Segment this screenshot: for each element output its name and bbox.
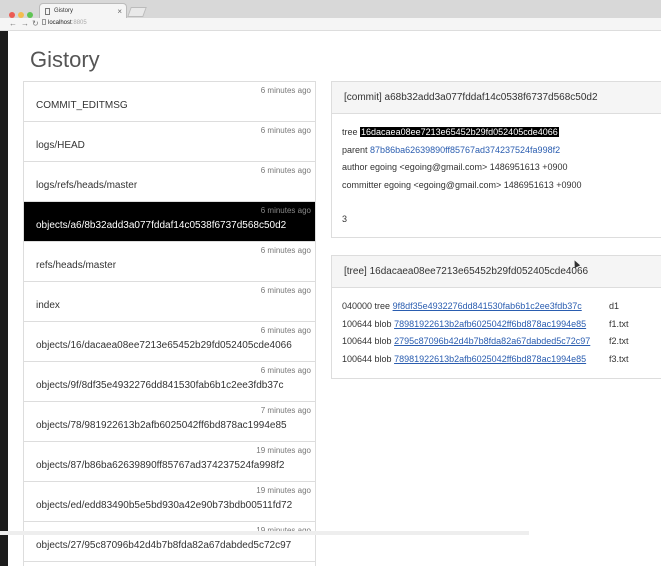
tree-entry-hash-link[interactable]: 78981922613b2afb6025042ff6bd878ac1994e85 <box>394 319 586 329</box>
file-list-item[interactable]: 6 minutes ago logs/refs/heads/master <box>24 162 315 202</box>
file-time: 6 minutes ago <box>260 126 311 135</box>
tree-entry: 100644 blob 2795c87096b42d4b7b8fda82a67d… <box>342 333 661 351</box>
file-time: 6 minutes ago <box>260 326 311 335</box>
file-list-item[interactable]: 19 minutes ago objects/ed/edd83490b5e5bd9… <box>24 482 315 522</box>
page-title: Gistory <box>30 47 100 72</box>
page-icon <box>45 8 50 15</box>
commit-author-line: author egoing <egoing@gmail.com> 1486951… <box>342 162 568 172</box>
file-list-item[interactable]: 6 minutes ago objects/a6/8b32add3a077fdda… <box>24 202 315 242</box>
file-list: 6 minutes ago COMMIT_EDITMSG 6 minutes ago… <box>23 81 316 566</box>
tree-heading: [tree] 16dacaea08ee7213e65452b29fd052405… <box>332 256 661 288</box>
tree-heading-text: [tree] 16dacaea08ee7213e65452b29fd052405… <box>344 266 589 277</box>
forward-icon[interactable]: → <box>21 18 29 29</box>
tab-close-icon[interactable]: × <box>117 4 122 19</box>
file-time: 19 minutes ago <box>256 486 311 495</box>
file-time: 6 minutes ago <box>260 246 311 255</box>
page-content: Gistory 6 minutes ago COMMIT_EDITMSG 6 min… <box>8 31 661 566</box>
tree-entry: 100644 blob 78981922613b2afb6025042ff6bd… <box>342 316 661 334</box>
file-name: refs/heads/master <box>36 260 117 271</box>
file-list-item[interactable]: 6 minutes ago objects/16/dacaea08ee7213e6… <box>24 322 315 362</box>
tree-hash-highlighted[interactable]: 16dacaea08ee7213e65452b29fd052405cde4066 <box>360 127 559 137</box>
file-list-item[interactable]: 6 minutes ago objects/9f/8df35e4932276dd8… <box>24 362 315 402</box>
file-name: COMMIT_EDITMSG <box>36 100 128 111</box>
tree-entry: 040000 tree 9f8df35e4932276dd841530fab6b… <box>342 298 661 316</box>
commit-parent-line: parent 87b86ba62639890ff85767ad374237524… <box>342 142 661 160</box>
file-name: objects/ed/edd83490b5e5bd930a42e90b73bdb… <box>36 500 293 511</box>
tree-entry-filename: f3.txt <box>609 353 629 364</box>
tree-entry-hash-link[interactable]: 78981922613b2afb6025042ff6bd878ac1994e85 <box>394 354 586 364</box>
address-bar[interactable]: localhost:8805 <box>42 18 87 29</box>
commit-body: tree 16dacaea08ee7213e65452b29fd052405cd… <box>332 114 661 229</box>
commit-message-gap <box>342 194 661 211</box>
parent-label: parent <box>342 144 368 155</box>
tree-entry-mode: 100644 blob <box>342 336 392 346</box>
file-time: 6 minutes ago <box>260 166 311 175</box>
browser-tab[interactable]: Gistory × <box>39 3 127 18</box>
file-list-item[interactable]: 6 minutes ago index <box>24 282 315 322</box>
tree-entry-mode: 040000 tree <box>342 301 391 311</box>
tree-entry-mode: 100644 blob <box>342 353 392 364</box>
file-name: objects/78/981922613b2afb6025042ff6bd878… <box>36 420 287 431</box>
commit-tree-line: tree 16dacaea08ee7213e65452b29fd052405cd… <box>342 124 661 142</box>
tree-entry: 100644 blob 78981922613b2afb6025042ff6bd… <box>342 351 661 369</box>
browser-tab-bar: Gistory × <box>0 0 661 19</box>
file-list-item[interactable]: 6 minutes ago logs/HEAD <box>24 122 315 162</box>
new-tab-button[interactable] <box>127 7 147 17</box>
file-name: index <box>36 300 60 311</box>
commit-committer-line: committer egoing <egoing@gmail.com> 1486… <box>342 179 582 190</box>
file-time: 19 minutes ago <box>256 446 311 455</box>
file-time: 6 minutes ago <box>260 366 311 375</box>
video-progress-bar[interactable] <box>0 531 661 535</box>
file-list-item[interactable]: 19 minutes ago objects/87/b86ba62639890ff… <box>24 442 315 482</box>
file-name: objects/a6/8b32add3a077fddaf14c0538f6737… <box>36 220 287 231</box>
tree-label: tree <box>342 127 358 137</box>
file-name: objects/87/b86ba62639890ff85767ad3742375… <box>36 460 285 471</box>
address-page-icon <box>42 19 46 26</box>
file-name: logs/refs/heads/master <box>36 180 138 191</box>
file-list-item[interactable]: 6 minutes ago COMMIT_EDITMSG <box>24 82 315 122</box>
tree-entry-mode: 100644 blob <box>342 318 392 329</box>
file-name: objects/16/dacaea08ee7213e65452b29fd0524… <box>36 340 292 351</box>
address-host: localhost <box>48 20 72 26</box>
video-progress-fill <box>0 531 529 535</box>
file-list-item[interactable]: 7 minutes ago objects/78/981922613b2afb60… <box>24 402 315 442</box>
back-icon[interactable]: ← <box>9 18 17 29</box>
browser-toolbar: ← → ↻ localhost:8805 <box>0 18 661 31</box>
file-list-item[interactable]: 19 minutes agoobjects/27/95c87096b42d4b7… <box>24 522 315 562</box>
file-time: 7 minutes ago <box>260 406 311 415</box>
file-list-item[interactable]: 6 minutes ago refs/heads/master <box>24 242 315 282</box>
file-time: 6 minutes ago <box>260 86 311 95</box>
file-name: objects/27/95c87096b42d4b7b8fda82a67dabd… <box>36 540 292 551</box>
tree-panel: [tree] 16dacaea08ee7213e65452b29fd052405… <box>331 255 661 379</box>
parent-hash-link[interactable]: 87b86ba62639890ff85767ad374237524fa998f2 <box>370 145 560 155</box>
tree-entry-filename: f2.txt <box>609 336 629 346</box>
commit-message: 3 <box>342 214 348 224</box>
tree-entry-hash-link[interactable]: 9f8df35e4932276dd841530fab6b1c2ee3fdb37c <box>393 301 582 311</box>
tree-entry-hash-link[interactable]: 2795c87096b42d4b7b8fda82a67dabded5c72c97 <box>394 336 590 346</box>
browser-tab-title: Gistory <box>54 8 74 14</box>
file-name: objects/9f/8df35e4932276dd841530fab6b1c2… <box>36 380 284 391</box>
tree-entry-filename: f1.txt <box>609 318 629 329</box>
commit-heading: [commit] a68b32add3a077fddaf14c0538f6737… <box>332 82 661 114</box>
file-time: 6 minutes ago <box>260 206 311 215</box>
tree-entry-filename: d1 <box>609 301 620 311</box>
file-time: 6 minutes ago <box>260 286 311 295</box>
file-name: logs/HEAD <box>36 140 85 151</box>
commit-panel: [commit] a68b32add3a077fddaf14c0538f6737… <box>331 81 661 238</box>
tree-body: 040000 tree 9f8df35e4932276dd841530fab6b… <box>332 288 661 368</box>
reload-icon[interactable]: ↻ <box>32 18 39 29</box>
address-port: :8805 <box>71 20 87 26</box>
